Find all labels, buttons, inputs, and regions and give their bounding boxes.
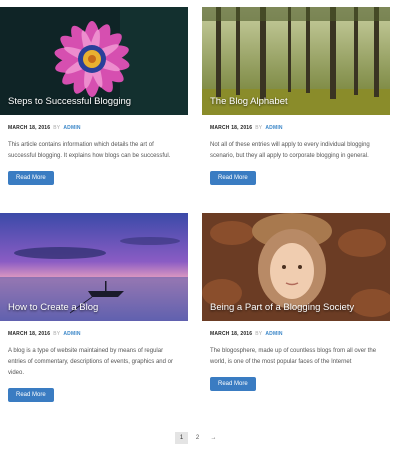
post-thumbnail[interactable]: How to Create a Blog xyxy=(0,213,188,321)
post-title[interactable]: The Blog Alphabet xyxy=(210,96,288,107)
post-author-link[interactable]: ADMIN xyxy=(265,331,282,337)
post-date: MARCH 18, 2016 xyxy=(8,331,51,337)
post-thumbnail[interactable]: Steps to Successful Blogging xyxy=(0,7,188,115)
post-author-link[interactable]: ADMIN xyxy=(265,125,282,131)
post-excerpt: Not all of these entries will apply to e… xyxy=(210,142,370,159)
post-title[interactable]: Steps to Successful Blogging xyxy=(8,96,131,107)
post-meta: MARCH 18, 2016 BY ADMIN xyxy=(8,125,188,131)
page-2-link[interactable]: 2 xyxy=(191,432,204,444)
post-title[interactable]: Being a Part of a Blogging Society xyxy=(210,302,354,313)
post-excerpt: This article contains information which … xyxy=(8,142,171,159)
post-meta: MARCH 18, 2016 BY ADMIN xyxy=(8,331,188,337)
post-date: MARCH 18, 2016 xyxy=(210,125,253,131)
read-more-button[interactable]: Read More xyxy=(8,171,54,185)
post-author-link[interactable]: ADMIN xyxy=(63,125,80,131)
by-label: BY xyxy=(255,331,263,337)
next-page-arrow-icon[interactable]: → xyxy=(207,432,220,444)
post-card: Being a Part of a Blogging Society MARCH… xyxy=(202,213,390,391)
post-title[interactable]: How to Create a Blog xyxy=(8,302,98,313)
read-more-button[interactable]: Read More xyxy=(8,388,54,402)
page-1-link[interactable]: 1 xyxy=(175,432,188,444)
post-meta: MARCH 18, 2016 BY ADMIN xyxy=(210,125,390,131)
by-label: BY xyxy=(53,125,61,131)
post-card: The Blog Alphabet MARCH 18, 2016 BY ADMIN … xyxy=(202,7,390,185)
read-more-button[interactable]: Read More xyxy=(210,171,256,185)
by-label: BY xyxy=(53,331,61,337)
read-more-button[interactable]: Read More xyxy=(210,377,256,391)
post-date: MARCH 18, 2016 xyxy=(8,125,51,131)
post-card: Steps to Successful Blogging MARCH 18, 2… xyxy=(0,7,188,185)
post-excerpt: A blog is a type of website maintained b… xyxy=(8,348,173,376)
post-card: How to Create a Blog MARCH 18, 2016 BY ADM… xyxy=(0,213,188,402)
post-excerpt: The blogosphere, made up of countless bl… xyxy=(210,348,377,365)
post-thumbnail[interactable]: Being a Part of a Blogging Society xyxy=(202,213,390,321)
post-meta: MARCH 18, 2016 BY ADMIN xyxy=(210,331,390,337)
post-author-link[interactable]: ADMIN xyxy=(63,331,80,337)
pagination: 1 2 → xyxy=(175,432,220,444)
post-thumbnail[interactable]: The Blog Alphabet xyxy=(202,7,390,115)
post-date: MARCH 18, 2016 xyxy=(210,331,253,337)
by-label: BY xyxy=(255,125,263,131)
